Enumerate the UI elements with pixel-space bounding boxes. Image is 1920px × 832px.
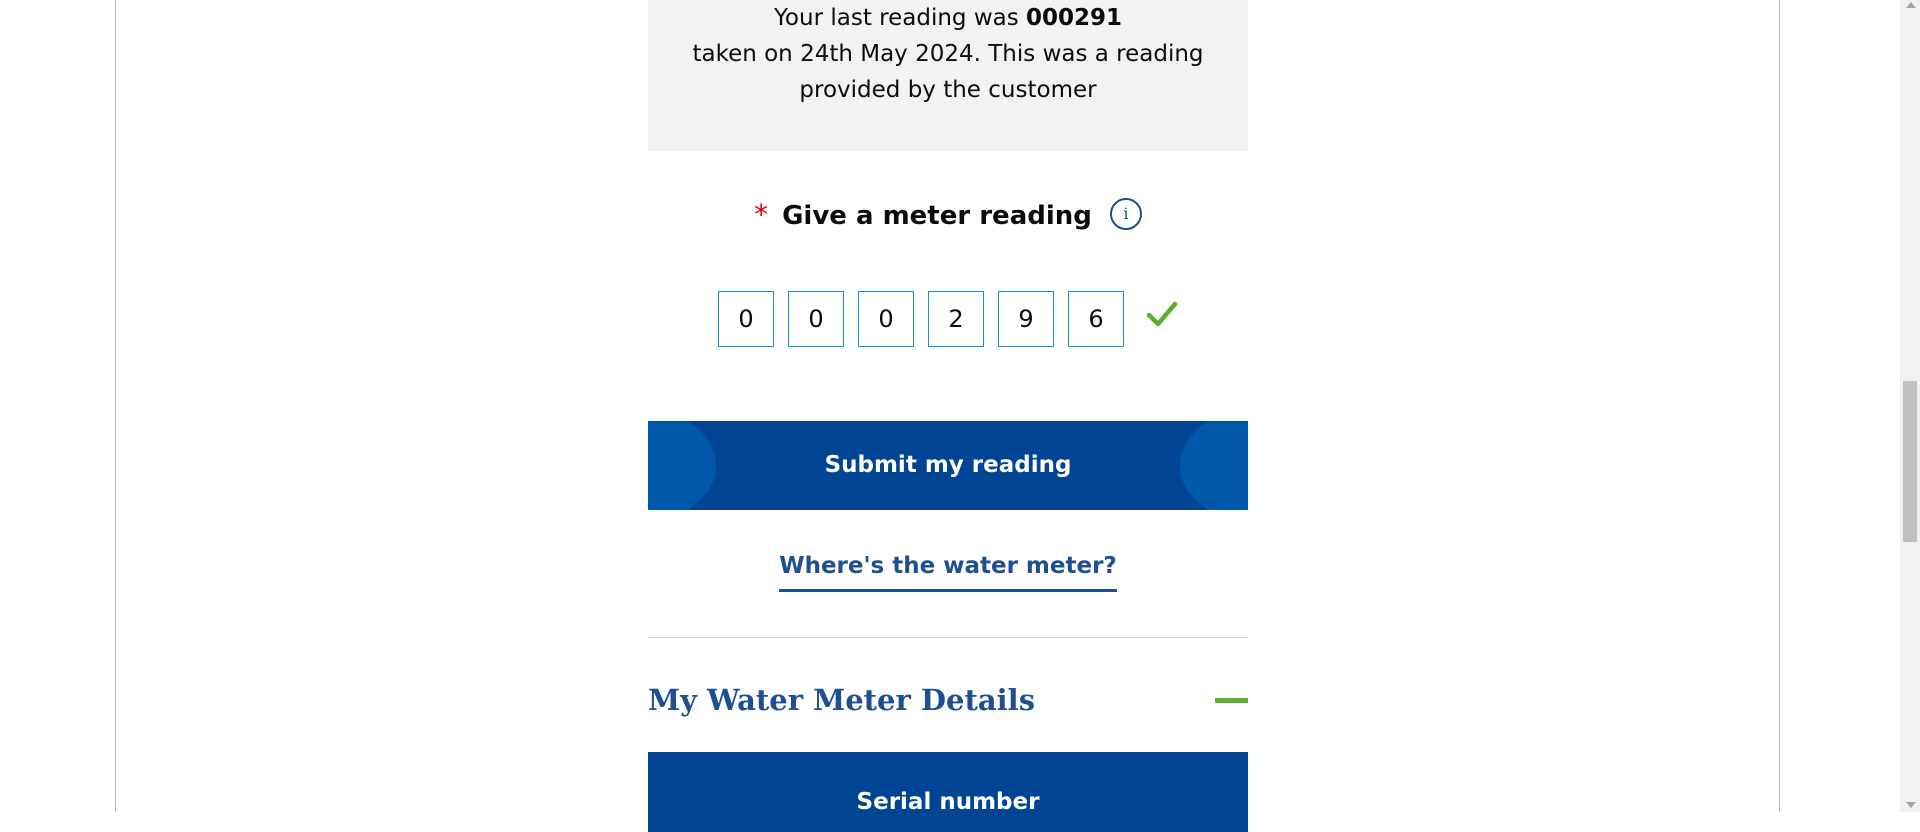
page-border-left <box>115 0 116 812</box>
last-reading-line1: Your last reading was 000291 <box>648 0 1248 36</box>
where-is-meter-link-row: Where's the water meter? <box>648 553 1248 592</box>
meter-details-header[interactable]: My Water Meter Details <box>648 677 1248 723</box>
section-divider <box>648 637 1248 638</box>
serial-number-panel: Serial number <box>648 752 1248 832</box>
scrollbar-thumb[interactable] <box>1903 381 1917 542</box>
last-reading-prefix: Your last reading was <box>773 5 1027 31</box>
serial-number-label: Serial number <box>856 789 1040 815</box>
meter-details-title: My Water Meter Details <box>648 683 1036 717</box>
reading-digit-4[interactable] <box>928 291 984 347</box>
scroll-down-arrow-icon[interactable] <box>1906 802 1916 808</box>
reading-digit-1[interactable] <box>718 291 774 347</box>
last-reading-line3: provided by the customer <box>799 77 1097 103</box>
page: Your last reading was 000291 taken on 24… <box>0 0 1920 832</box>
where-is-meter-link[interactable]: Where's the water meter? <box>779 553 1117 592</box>
minus-icon[interactable] <box>1215 698 1248 703</box>
required-marker: * <box>754 198 769 231</box>
last-reading-panel: Your last reading was 000291 taken on 24… <box>648 0 1248 151</box>
page-border-right <box>1779 0 1780 812</box>
meter-reading-label-row: * Give a meter reading i <box>648 197 1248 231</box>
last-reading-value: 000291 <box>1026 5 1123 31</box>
reading-digit-6[interactable] <box>1068 291 1124 347</box>
info-icon[interactable]: i <box>1109 197 1142 230</box>
reading-digit-5[interactable] <box>998 291 1054 347</box>
check-icon <box>1146 301 1178 327</box>
button-decoration-right <box>1180 421 1248 510</box>
submit-button-label: Submit my reading <box>824 452 1072 478</box>
meter-reading-form: Your last reading was 000291 taken on 24… <box>648 0 1248 832</box>
meter-reading-label: Give a meter reading <box>782 201 1092 231</box>
reading-digit-inputs <box>718 291 1138 349</box>
button-decoration-left <box>648 421 716 510</box>
scroll-up-arrow-icon[interactable] <box>1906 2 1916 8</box>
reading-digit-3[interactable] <box>858 291 914 347</box>
submit-reading-button[interactable]: Submit my reading <box>648 421 1248 510</box>
last-reading-line2: taken on 24th May 2024. This was a readi… <box>692 41 1204 67</box>
reading-digit-2[interactable] <box>788 291 844 347</box>
vertical-scrollbar[interactable] <box>1900 0 1920 812</box>
